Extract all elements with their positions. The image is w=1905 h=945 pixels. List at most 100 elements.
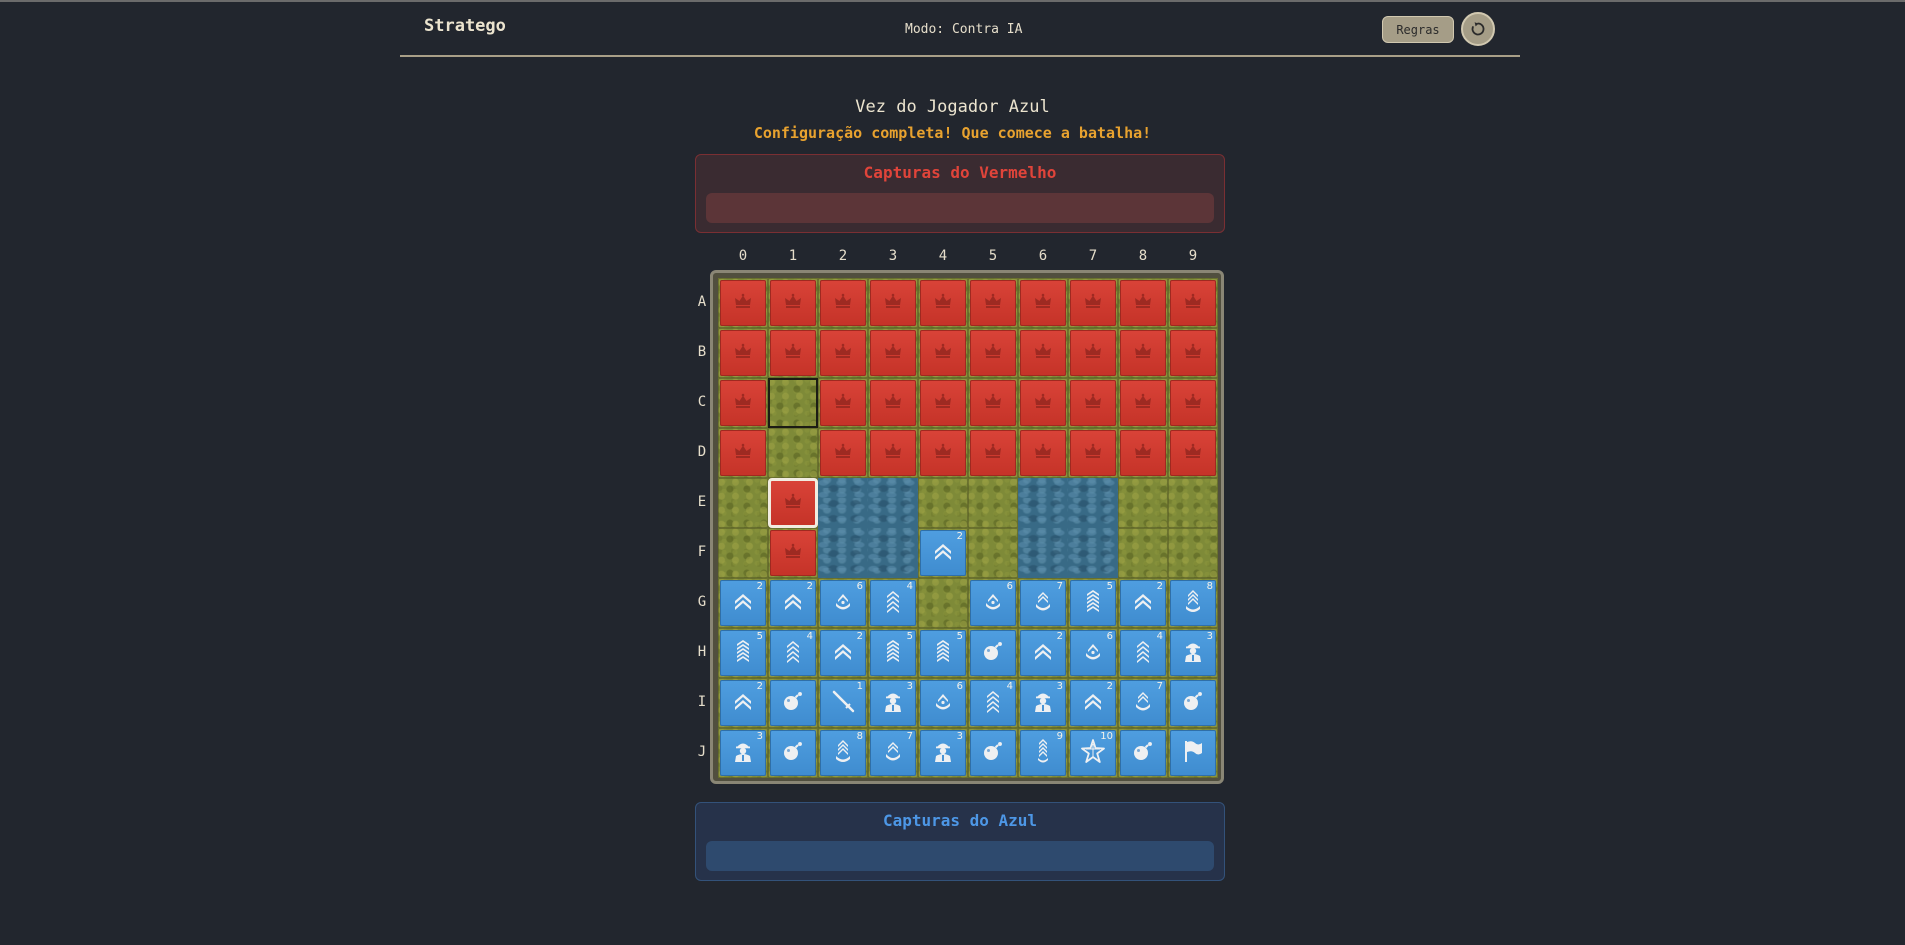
board-cell-f5[interactable] — [968, 528, 1018, 578]
blue-piece-i7[interactable]: 2 — [1070, 680, 1116, 726]
red-piece-b1[interactable] — [770, 330, 816, 376]
board-cell-b0[interactable] — [718, 328, 768, 378]
board-cell-g0[interactable]: 2 — [718, 578, 768, 628]
red-piece-d7[interactable] — [1070, 430, 1116, 476]
board-cell-a5[interactable] — [968, 278, 1018, 328]
board-cell-a0[interactable] — [718, 278, 768, 328]
board-cell-i9[interactable] — [1168, 678, 1218, 728]
board-cell-a8[interactable] — [1118, 278, 1168, 328]
board-cell-f4[interactable]: 2 — [918, 528, 968, 578]
red-piece-d8[interactable] — [1120, 430, 1166, 476]
red-piece-c4[interactable] — [920, 380, 966, 426]
blue-piece-i1[interactable] — [770, 680, 816, 726]
blue-piece-i0[interactable]: 2 — [720, 680, 766, 726]
board-cell-a2[interactable] — [818, 278, 868, 328]
board-cell-a4[interactable] — [918, 278, 968, 328]
board-cell-a1[interactable] — [768, 278, 818, 328]
board-cell-h7[interactable]: 6 — [1068, 628, 1118, 678]
red-piece-c3[interactable] — [870, 380, 916, 426]
board-cell-i8[interactable]: 7 — [1118, 678, 1168, 728]
board-cell-d7[interactable] — [1068, 428, 1118, 478]
red-piece-c7[interactable] — [1070, 380, 1116, 426]
board-cell-e1[interactable] — [768, 478, 818, 528]
board-cell-d6[interactable] — [1018, 428, 1068, 478]
board-cell-b4[interactable] — [918, 328, 968, 378]
blue-piece-i2[interactable]: 1 — [820, 680, 866, 726]
red-piece-d5[interactable] — [970, 430, 1016, 476]
blue-piece-h2[interactable]: 2 — [820, 630, 866, 676]
board-cell-i7[interactable]: 2 — [1068, 678, 1118, 728]
blue-piece-h1[interactable]: 4 — [770, 630, 816, 676]
board-cell-d1[interactable] — [768, 428, 818, 478]
board-cell-h0[interactable]: 5 — [718, 628, 768, 678]
blue-piece-j3[interactable]: 7 — [870, 730, 916, 776]
board-cell-g9[interactable]: 8 — [1168, 578, 1218, 628]
red-piece-a3[interactable] — [870, 280, 916, 326]
board-cell-i2[interactable]: 1 — [818, 678, 868, 728]
board-cell-j6[interactable]: 9 — [1018, 728, 1068, 778]
blue-piece-g3[interactable]: 4 — [870, 580, 916, 626]
red-piece-c5[interactable] — [970, 380, 1016, 426]
blue-piece-h9[interactable]: 3 — [1170, 630, 1216, 676]
board-cell-i3[interactable]: 3 — [868, 678, 918, 728]
board-cell-b3[interactable] — [868, 328, 918, 378]
board-cell-c7[interactable] — [1068, 378, 1118, 428]
board-cell-b9[interactable] — [1168, 328, 1218, 378]
red-piece-c0[interactable] — [720, 380, 766, 426]
red-piece-a6[interactable] — [1020, 280, 1066, 326]
blue-piece-g1[interactable]: 2 — [770, 580, 816, 626]
red-piece-a4[interactable] — [920, 280, 966, 326]
board-cell-j1[interactable] — [768, 728, 818, 778]
board-cell-j3[interactable]: 7 — [868, 728, 918, 778]
blue-piece-g6[interactable]: 7 — [1020, 580, 1066, 626]
blue-piece-j9[interactable] — [1170, 730, 1216, 776]
board-cell-j4[interactable]: 3 — [918, 728, 968, 778]
board-cell-g4[interactable] — [918, 578, 968, 628]
red-piece-d0[interactable] — [720, 430, 766, 476]
board-cell-h8[interactable]: 4 — [1118, 628, 1168, 678]
board-cell-d2[interactable] — [818, 428, 868, 478]
blue-piece-j2[interactable]: 8 — [820, 730, 866, 776]
board-cell-b6[interactable] — [1018, 328, 1068, 378]
blue-piece-h0[interactable]: 5 — [720, 630, 766, 676]
board-cell-h3[interactable]: 5 — [868, 628, 918, 678]
red-piece-b6[interactable] — [1020, 330, 1066, 376]
red-piece-b5[interactable] — [970, 330, 1016, 376]
board-cell-g1[interactable]: 2 — [768, 578, 818, 628]
board-cell-j0[interactable]: 3 — [718, 728, 768, 778]
blue-piece-h4[interactable]: 5 — [920, 630, 966, 676]
blue-piece-i3[interactable]: 3 — [870, 680, 916, 726]
board-cell-j9[interactable] — [1168, 728, 1218, 778]
board-cell-c0[interactable] — [718, 378, 768, 428]
board-cell-i5[interactable]: 4 — [968, 678, 1018, 728]
board-cell-j8[interactable] — [1118, 728, 1168, 778]
board-cell-c6[interactable] — [1018, 378, 1068, 428]
red-piece-b7[interactable] — [1070, 330, 1116, 376]
red-piece-d9[interactable] — [1170, 430, 1216, 476]
board-cell-f0[interactable] — [718, 528, 768, 578]
blue-piece-j1[interactable] — [770, 730, 816, 776]
red-piece-d4[interactable] — [920, 430, 966, 476]
blue-piece-h5[interactable] — [970, 630, 1016, 676]
board-cell-a6[interactable] — [1018, 278, 1068, 328]
blue-piece-h3[interactable]: 5 — [870, 630, 916, 676]
red-piece-b3[interactable] — [870, 330, 916, 376]
board-cell-a3[interactable] — [868, 278, 918, 328]
board-cell-c9[interactable] — [1168, 378, 1218, 428]
board-cell-g5[interactable]: 6 — [968, 578, 1018, 628]
board-cell-j2[interactable]: 8 — [818, 728, 868, 778]
board-cell-c4[interactable] — [918, 378, 968, 428]
blue-piece-i8[interactable]: 7 — [1120, 680, 1166, 726]
board-cell-d0[interactable] — [718, 428, 768, 478]
blue-piece-f4[interactable]: 2 — [920, 530, 966, 576]
board-cell-e4[interactable] — [918, 478, 968, 528]
red-piece-f1[interactable] — [770, 530, 816, 576]
board-cell-h1[interactable]: 4 — [768, 628, 818, 678]
red-piece-e1[interactable] — [768, 478, 818, 528]
board-cell-g7[interactable]: 5 — [1068, 578, 1118, 628]
red-piece-c8[interactable] — [1120, 380, 1166, 426]
board-cell-f1[interactable] — [768, 528, 818, 578]
blue-piece-i6[interactable]: 3 — [1020, 680, 1066, 726]
board-cell-b1[interactable] — [768, 328, 818, 378]
rules-button[interactable]: Regras — [1382, 16, 1454, 43]
